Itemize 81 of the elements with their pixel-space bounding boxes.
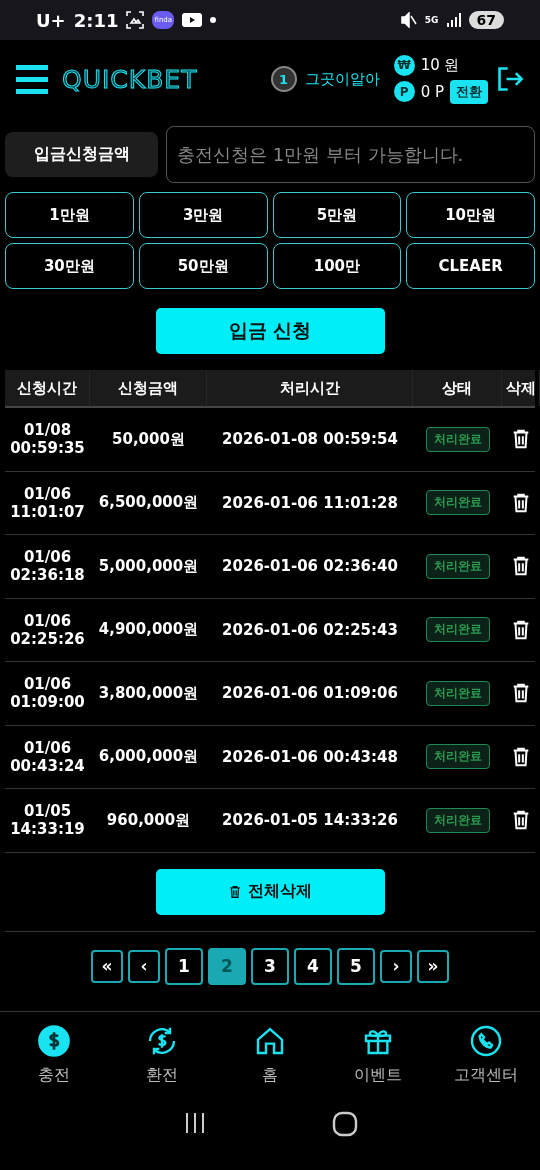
status-badge: 처리완료 (425, 680, 490, 706)
amount-button[interactable]: 5만원 (272, 192, 402, 238)
processed-time: 2026-01-06 02:25:43 (221, 620, 399, 639)
carrier: U+ (36, 9, 66, 31)
request-amount: 4,900,000원 (97, 620, 200, 640)
processed-time: 2026-01-06 11:01:28 (221, 493, 399, 512)
amount-label: 입금신청금액 (5, 132, 158, 177)
request-amount: 6,500,000원 (97, 493, 200, 513)
page-button[interactable]: 5 (337, 947, 375, 985)
page-button[interactable]: « (91, 949, 123, 983)
trash-icon (228, 884, 242, 899)
column-header: 신청금액 (90, 370, 207, 406)
page-button[interactable]: ‹ (128, 949, 160, 983)
request-amount: 3,800,000원 (97, 683, 200, 703)
amount-button[interactable]: 30만원 (5, 243, 134, 289)
convert-button[interactable]: 전환 (450, 79, 488, 104)
screenshot-icon (126, 11, 145, 29)
home-button-icon[interactable] (331, 1110, 358, 1137)
amount-button[interactable]: 3만원 (138, 192, 268, 238)
mute-icon (400, 12, 417, 28)
amount-button[interactable]: 10만원 (406, 192, 535, 238)
dot-icon (210, 17, 217, 23)
nav-item[interactable]: 홈 (230, 1023, 310, 1101)
status-badge: 처리완료 (425, 807, 490, 833)
page-button[interactable]: 3 (251, 947, 289, 985)
status-badge: 처리완료 (425, 426, 490, 452)
clock: 2:11 (73, 9, 119, 31)
request-amount: 50,000원 (111, 429, 186, 449)
page-button[interactable]: › (380, 949, 412, 983)
network-type: 5G (424, 15, 439, 25)
processed-time: 2026-01-06 00:43:48 (221, 747, 399, 766)
processed-time: 2026-01-05 14:33:26 (221, 811, 399, 830)
phone-icon (470, 1024, 502, 1057)
status-badge: 처리완료 (425, 553, 490, 579)
column-header: 신청시간 (5, 370, 90, 406)
request-time: 01/06 11:01:07 (9, 484, 86, 521)
request-time: 01/08 00:59:35 (9, 421, 86, 458)
status-badge: 처리완료 (425, 617, 490, 643)
request-time: 01/06 00:43:24 (9, 738, 86, 775)
request-time: 01/06 02:25:26 (9, 611, 86, 648)
request-time: 01/05 14:33:19 (9, 802, 86, 839)
column-header: 삭제 (502, 370, 540, 406)
processed-time: 2026-01-08 00:59:54 (221, 430, 399, 449)
request-time: 01/06 02:36:18 (9, 548, 86, 585)
amount-button[interactable]: 50만원 (138, 243, 268, 289)
page-button[interactable]: 4 (294, 947, 332, 985)
battery-level: 67 (468, 11, 504, 29)
request-amount: 5,000,000원 (97, 556, 200, 576)
point-balance: 0 P (420, 82, 444, 101)
page-button[interactable]: » (417, 949, 449, 983)
nav-item[interactable]: 환전 (122, 1023, 202, 1101)
amount-button[interactable]: CLEAER (406, 243, 535, 289)
point-icon: P (393, 81, 415, 102)
video-icon (182, 13, 203, 27)
processed-time: 2026-01-06 02:36:40 (221, 557, 399, 576)
username: 그곳이알아 (304, 69, 380, 89)
dollar-icon (38, 1024, 70, 1057)
request-amount: 6,000,000원 (97, 747, 200, 767)
amount-button[interactable]: 100만 (272, 243, 402, 289)
nav-item[interactable]: 이벤트 (338, 1023, 418, 1101)
amount-field[interactable]: 충전신청은 1만원 부터 가능합니다. (166, 126, 535, 183)
request-time: 01/06 01:09:00 (9, 675, 86, 712)
column-header: 처리시간 (207, 370, 413, 406)
request-amount: 960,000원 (105, 810, 192, 830)
submit-button[interactable]: 입금 신청 (155, 308, 385, 354)
delete-all-button[interactable]: 전체삭제 (155, 868, 385, 915)
status-badge: 처리완료 (425, 744, 490, 770)
status-badge: 처리완료 (425, 490, 490, 516)
menu-icon[interactable] (16, 63, 48, 95)
nav-item[interactable]: 고객센터 (446, 1023, 526, 1101)
level-badge: 1 (270, 66, 297, 92)
nav-item[interactable]: 충전 (14, 1023, 94, 1101)
column-header: 상태 (413, 370, 502, 406)
won-icon: ₩ (393, 54, 415, 76)
amount-button[interactable]: 1만원 (5, 192, 134, 238)
signal-icon (446, 13, 461, 27)
logout-icon[interactable] (496, 65, 524, 93)
page-button[interactable]: 1 (165, 947, 203, 985)
money-balance: 10 원 (420, 55, 460, 75)
processed-time: 2026-01-06 01:09:06 (221, 684, 399, 703)
logo[interactable]: QUICKBET (62, 64, 198, 94)
